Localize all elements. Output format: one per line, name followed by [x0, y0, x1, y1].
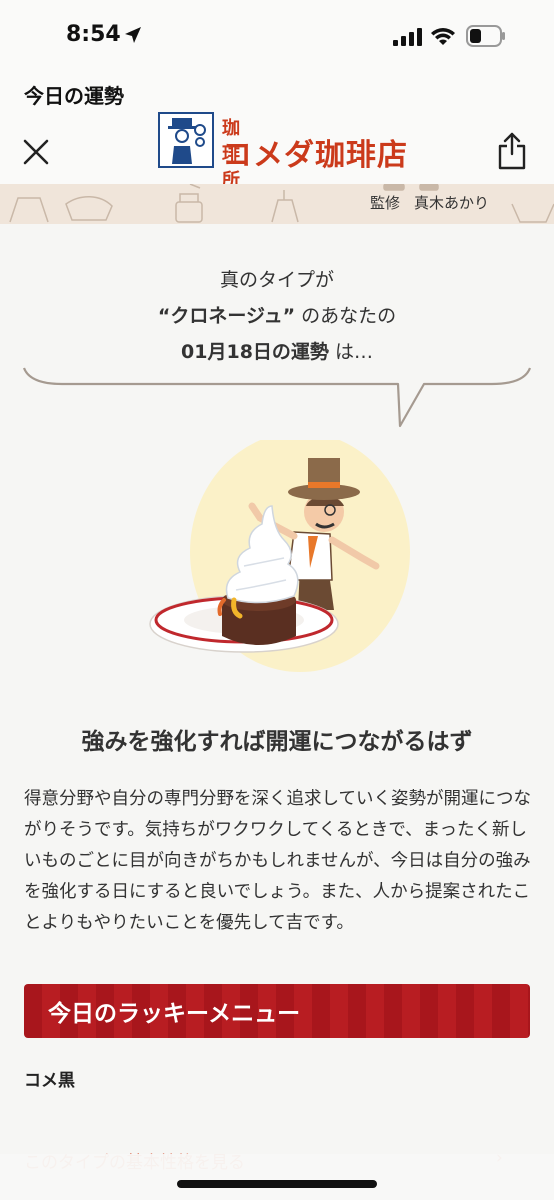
wifi-icon [431, 28, 455, 45]
dessert-mascot-illustration [149, 440, 410, 672]
supervisor-label: 監修 [370, 194, 401, 212]
fortune-intro: 真のタイプが “クロネージュ” のあなたの 01月18日の運勢 は… [0, 262, 554, 370]
battery-icon [466, 25, 505, 47]
close-icon[interactable] [22, 138, 50, 166]
status-bar: 8:54 [0, 0, 554, 72]
fortune-body: 得意分野や自分の専門分野を深く追求していく姿勢が開運につながりそうです。気持ちが… [24, 789, 531, 933]
lucky-menu-title: 今日のラッキーメニュー [48, 1001, 301, 1027]
intro-line-1: 真のタイプが [219, 269, 334, 291]
supervisor-name: 真木あかり [414, 194, 490, 212]
logo-wordmark: コメダ珈琲店 [222, 138, 408, 173]
status-time: 8:54 [66, 22, 121, 47]
fortune-headline: 強みを強化すれば開運につながるはず [81, 729, 473, 755]
page-title: 今日の運勢 [24, 84, 124, 108]
type-name: “クロネージュ” [157, 305, 296, 327]
speech-bubble-outline [22, 367, 532, 428]
intro-line-2: “クロネージュ” のあなたの [0, 298, 554, 334]
share-icon[interactable] [497, 132, 527, 170]
lucky-menu-banner: 今日のラッキーメニュー [24, 984, 530, 1038]
logo-mascot-icon [158, 112, 214, 168]
location-arrow-icon [125, 27, 141, 43]
navigation-bar: 今日の運勢 珈琲所 コメダ珈琲店 [0, 72, 554, 191]
komeda-logo: 珈琲所 コメダ珈琲店 [158, 112, 407, 191]
cellular-signal-icon [393, 28, 422, 46]
supervisor-credit: 監修 真木あかり [370, 192, 489, 213]
intro-line-2-suffix: のあなたの [295, 305, 397, 327]
header-illustration-band: 監修 真木あかり [0, 184, 554, 224]
home-indicator[interactable] [177, 1180, 377, 1188]
lucky-menu-item: コメ黒 [24, 1071, 75, 1091]
bottom-safe-area [0, 1154, 554, 1200]
